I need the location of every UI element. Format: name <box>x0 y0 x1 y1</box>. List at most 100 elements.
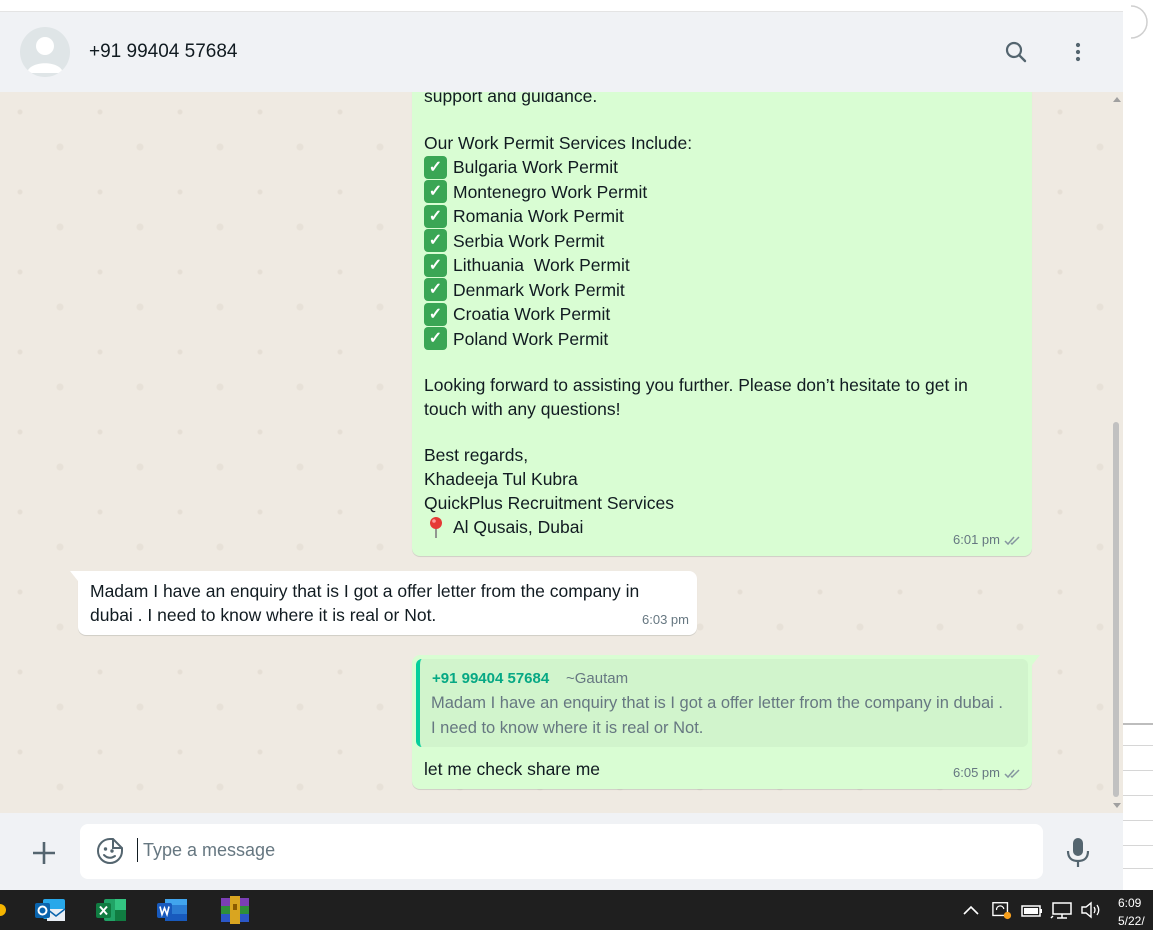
quoted-pushname: ~Gautam <box>566 670 629 687</box>
winrar-icon <box>221 896 249 924</box>
message-outgoing-2[interactable]: +91 99404 57684 ~Gautam Madam I have an … <box>412 655 1040 789</box>
message-time: 6:05 pm <box>953 765 1000 780</box>
chevron-up-icon[interactable] <box>962 900 980 920</box>
volume-icon[interactable] <box>1080 900 1104 920</box>
message-text: let me check share me <box>424 759 601 779</box>
microphone-icon <box>1066 838 1090 867</box>
service-label: Bulgaria Work Permit <box>453 157 619 178</box>
network-icon[interactable] <box>1050 900 1074 920</box>
message-placeholder[interactable]: Type a message <box>143 840 275 861</box>
taskbar-winrar[interactable] <box>218 894 252 926</box>
taskbar-clock[interactable]: 6:09 5/22/ <box>1118 894 1145 930</box>
circle-button-icon <box>1130 5 1148 39</box>
kebab-menu-icon <box>1075 42 1081 62</box>
check-mark-icon: ✓ <box>424 253 447 277</box>
sticker-emoji-icon <box>97 838 123 864</box>
taskbar-excel[interactable] <box>94 894 128 926</box>
contact-avatar[interactable] <box>20 27 70 77</box>
service-item: ✓ Croatia Work Permit <box>424 302 1024 327</box>
message-text: Madam I have an enquiry that is I got a … <box>90 581 640 601</box>
service-label: Croatia Work Permit <box>453 304 611 325</box>
service-item: ✓ Romania Work Permit <box>424 204 1024 229</box>
search-icon <box>1005 41 1027 63</box>
service-item: ✓ Serbia Work Permit <box>424 229 1024 254</box>
partial-app-icon[interactable] <box>0 895 6 925</box>
service-label: Serbia Work Permit <box>453 230 605 251</box>
double-check-icon <box>1004 768 1020 778</box>
search-button[interactable] <box>1001 37 1031 67</box>
outlook-icon <box>35 899 66 921</box>
location-text: Al Qusais, Dubai <box>453 517 584 537</box>
location-line: Al Qusais, Dubai <box>424 515 1024 539</box>
contact-name[interactable]: +91 99404 57684 <box>89 41 237 63</box>
check-mark-icon: ✓ <box>424 327 447 351</box>
message-time: 6:03 pm <box>642 612 689 627</box>
chat-panel[interactable]: support and guidance. Our Work Permit Se… <box>0 92 1123 813</box>
service-label: Poland Work Permit <box>453 328 609 349</box>
quoted-sender: +91 99404 57684 <box>432 670 550 687</box>
service-label: Lithuania Work Permit <box>453 255 630 276</box>
service-item: ✓ Montenegro Work Permit <box>424 180 1024 205</box>
service-label: Montenegro Work Permit <box>453 181 648 202</box>
sync-tray-icon[interactable] <box>990 900 1014 920</box>
double-check-icon <box>1004 535 1020 545</box>
check-mark-icon: ✓ <box>424 155 447 179</box>
background-window-edge <box>1123 0 1153 890</box>
scroll-up-arrow-icon[interactable] <box>1112 95 1122 103</box>
service-item: ✓ Lithuania Work Permit <box>424 253 1024 278</box>
scroll-down-arrow-icon[interactable] <box>1112 802 1122 810</box>
taskbar-outlook[interactable] <box>33 894 67 926</box>
check-mark-icon: ✓ <box>424 180 447 204</box>
quoted-message[interactable]: +91 99404 57684 ~Gautam Madam I have an … <box>416 659 1028 747</box>
message-text: touch with any questions! <box>424 399 621 419</box>
message-input[interactable]: Type a message <box>80 824 1043 879</box>
service-label: Denmark Work Permit <box>453 279 625 300</box>
round-pushpin-icon <box>424 515 448 539</box>
battery-icon[interactable] <box>1020 900 1044 920</box>
quoted-text: I need to know where it is real or Not. <box>431 719 704 737</box>
voice-message-button[interactable] <box>1063 835 1093 869</box>
clock-date: 5/22/ <box>1118 914 1145 928</box>
check-mark-icon: ✓ <box>424 229 447 253</box>
message-outgoing-1[interactable]: support and guidance. Our Work Permit Se… <box>412 92 1032 556</box>
check-mark-icon: ✓ <box>424 278 447 302</box>
menu-button[interactable] <box>1063 37 1093 67</box>
quoted-text: Madam I have an enquiry that is I got a … <box>431 694 1004 712</box>
clock-time: 6:09 <box>1118 896 1142 910</box>
whatsapp-window: +91 99404 57684 support and guidance. Ou… <box>0 0 1123 890</box>
attach-button[interactable] <box>28 837 60 869</box>
scroll-thumb[interactable] <box>1113 422 1119 797</box>
message-text: Looking forward to assisting you further… <box>424 375 968 395</box>
windows-taskbar: 6:09 5/22/ <box>0 890 1153 930</box>
compose-bar: Type a message <box>0 813 1123 890</box>
chat-header[interactable]: +91 99404 57684 <box>0 12 1123 92</box>
message-meta: 6:03 pm <box>642 608 689 632</box>
message-text: Khadeeja Tul Kubra <box>424 469 578 489</box>
excel-icon <box>96 899 126 921</box>
bubble-tail <box>70 571 78 581</box>
service-item: ✓ Denmark Work Permit <box>424 278 1024 303</box>
window-top-bar <box>0 0 1123 12</box>
service-label: Romania Work Permit <box>453 206 624 227</box>
message-text: support and guidance. <box>424 92 598 107</box>
text-caret <box>137 838 138 862</box>
plus-icon <box>33 842 55 864</box>
check-mark-icon: ✓ <box>424 302 447 326</box>
taskbar-word[interactable] <box>155 894 189 926</box>
bubble-tail <box>1032 655 1040 665</box>
message-text: QuickPlus Recruitment Services <box>424 493 674 513</box>
service-item: ✓ Poland Work Permit <box>424 327 1024 352</box>
message-text: dubai . I need to know where it is real … <box>90 605 437 625</box>
check-mark-icon: ✓ <box>424 204 447 228</box>
message-time: 6:01 pm <box>953 532 1000 547</box>
chat-scrollbar[interactable] <box>1111 92 1123 813</box>
message-text: Our Work Permit Services Include: <box>424 132 693 153</box>
message-meta: 6:05 pm <box>953 761 1022 785</box>
default-avatar-icon <box>27 37 63 73</box>
word-icon <box>157 899 187 921</box>
emoji-button[interactable] <box>95 836 125 866</box>
message-meta: 6:01 pm <box>953 528 1022 552</box>
message-text: Best regards, <box>424 445 529 465</box>
message-incoming-1[interactable]: Madam I have an enquiry that is I got a … <box>70 571 697 635</box>
service-item: ✓ Bulgaria Work Permit <box>424 155 1024 180</box>
